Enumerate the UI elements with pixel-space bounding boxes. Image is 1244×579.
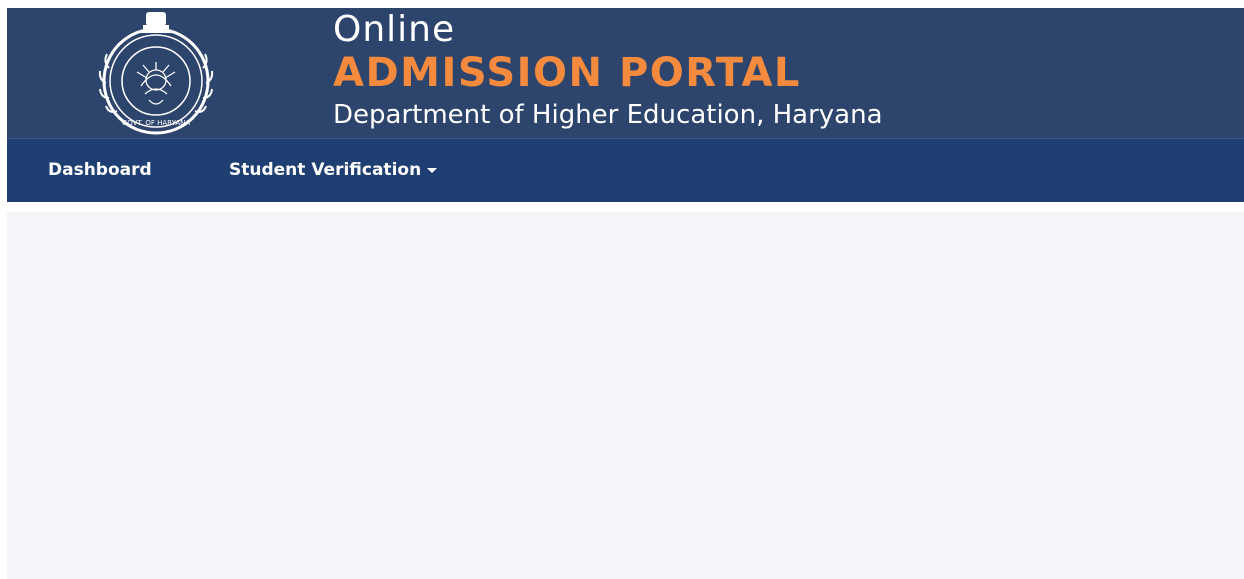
page-frame: GOVT. OF HARYANA Online ADMISSION PORTAL… xyxy=(7,8,1244,202)
title-online: Online xyxy=(333,9,456,50)
main-content-area xyxy=(7,212,1244,579)
haryana-govt-emblem-icon: GOVT. OF HARYANA xyxy=(98,12,214,135)
main-navbar: Dashboard Student Verification xyxy=(7,138,1244,202)
nav-dashboard-link[interactable]: Dashboard xyxy=(48,139,152,202)
nav-student-verification-label: Student Verification xyxy=(229,160,422,180)
emblem-ring-text: GOVT. OF HARYANA xyxy=(122,119,190,127)
caret-down-icon xyxy=(427,167,438,173)
portal-title-block: Online ADMISSION PORTAL Department of Hi… xyxy=(333,8,883,132)
nav-dashboard-label: Dashboard xyxy=(48,160,152,180)
nav-student-verification-dropdown[interactable]: Student Verification xyxy=(229,139,438,202)
title-admission-portal: ADMISSION PORTAL xyxy=(333,50,801,96)
department-subtitle: Department of Higher Education, Haryana xyxy=(333,100,883,130)
site-header: GOVT. OF HARYANA Online ADMISSION PORTAL… xyxy=(7,8,1244,138)
